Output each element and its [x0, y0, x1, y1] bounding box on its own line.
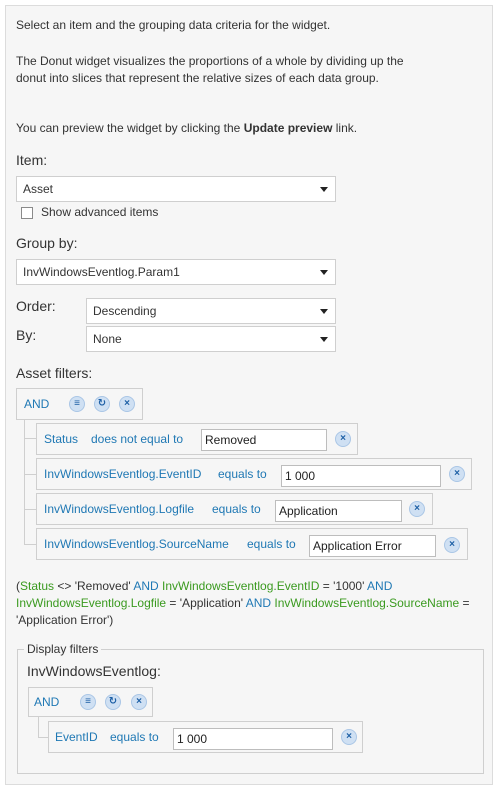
by-select[interactable]: None: [86, 326, 336, 352]
refresh-add-icon[interactable]: ↻: [94, 396, 110, 412]
asset-filter-operator[interactable]: AND: [24, 397, 49, 411]
filter-field[interactable]: EventID: [55, 730, 98, 744]
expr-text: 'Application Error'): [16, 613, 114, 627]
refresh-add-icon[interactable]: ↻: [105, 694, 121, 710]
tree-line: [38, 737, 48, 738]
filter-field[interactable]: InvWindowsEventlog.Logfile: [44, 502, 194, 516]
filter-field[interactable]: Status: [44, 432, 78, 446]
asset-filter-group: AND ≡ ↻ ×: [16, 388, 143, 420]
intro-line3: You can preview the widget by clicking t…: [16, 120, 436, 137]
filter-row: InvWindowsEventlog.EventID equals to 1 0…: [36, 458, 472, 490]
expr-text: = '1000': [319, 579, 368, 593]
chevron-down-icon: [320, 309, 328, 314]
close-icon[interactable]: ×: [341, 729, 357, 745]
close-icon[interactable]: ×: [335, 431, 351, 447]
expr-text: = 'Application': [166, 596, 246, 610]
show-advanced-label: Show advanced items: [41, 205, 159, 219]
display-filter-group: AND ≡ ↻ ×: [28, 687, 153, 717]
display-filters-table: InvWindowsEventlog:: [27, 663, 161, 679]
chevron-down-icon: [320, 337, 328, 342]
close-icon[interactable]: ×: [409, 501, 425, 517]
filter-value-input[interactable]: 1 000: [281, 465, 441, 487]
tree-line: [24, 438, 36, 439]
close-icon[interactable]: ×: [449, 466, 465, 482]
filter-field[interactable]: InvWindowsEventlog.SourceName: [44, 537, 229, 551]
expr-field: Status: [20, 579, 55, 593]
filter-field[interactable]: InvWindowsEventlog.EventID: [44, 467, 201, 481]
filter-condition[interactable]: equals to: [212, 502, 261, 516]
asset-filters-label: Asset filters:: [16, 365, 93, 381]
intro-line1: Select an item and the grouping data cri…: [16, 18, 331, 32]
list-add-icon[interactable]: ≡: [80, 694, 96, 710]
list-add-icon[interactable]: ≡: [69, 396, 85, 412]
filter-value-input[interactable]: Removed: [201, 429, 327, 451]
chevron-down-icon: [320, 187, 328, 192]
expr-operator: AND: [245, 596, 272, 610]
by-label: By:: [16, 327, 37, 343]
expr-operator: AND: [133, 579, 159, 593]
filter-condition[interactable]: equals to: [110, 730, 159, 744]
item-select[interactable]: Asset: [16, 176, 336, 202]
group-by-select-value: InvWindowsEventlog.Param1: [23, 265, 180, 279]
item-select-value: Asset: [23, 182, 54, 196]
filter-value-input[interactable]: Application Error: [309, 535, 436, 557]
intro-line3-prefix: You can preview the widget by clicking t…: [16, 121, 244, 135]
tree-line: [38, 717, 39, 738]
display-filter-row: EventID equals to 1 000 ×: [48, 721, 363, 753]
group-by-select[interactable]: InvWindowsEventlog.Param1: [16, 259, 336, 285]
tree-line: [24, 509, 36, 510]
filter-condition[interactable]: equals to: [247, 537, 296, 551]
expr-text: <> 'Removed': [54, 579, 134, 593]
tree-line: [24, 544, 36, 545]
show-advanced-checkbox[interactable]: [21, 207, 33, 219]
intro-line2: The Donut widget visualizes the proporti…: [16, 54, 404, 85]
display-filters-legend: Display filters: [27, 642, 99, 656]
filter-row: Status does not equal to Removed ×: [36, 423, 358, 455]
filter-condition[interactable]: equals to: [218, 467, 267, 481]
tree-line: [24, 474, 36, 475]
item-label: Item:: [16, 152, 48, 168]
update-preview-emphasis: Update preview: [243, 121, 333, 135]
filter-value-input[interactable]: 1 000: [173, 728, 333, 750]
filter-value-input[interactable]: Application: [275, 500, 402, 522]
order-label: Order:: [16, 298, 56, 314]
close-icon[interactable]: ×: [131, 694, 147, 710]
group-by-label: Group by:: [16, 235, 78, 251]
close-icon[interactable]: ×: [119, 396, 135, 412]
expr-text: =: [459, 596, 470, 610]
filter-expression: (Status <> 'Removed' AND InvWindowsEvent…: [16, 578, 486, 629]
expr-field: InvWindowsEventlog.SourceName: [271, 596, 460, 610]
chevron-down-icon: [320, 270, 328, 275]
filter-condition[interactable]: does not equal to: [91, 432, 183, 446]
expr-field: InvWindowsEventlog.EventID: [158, 579, 320, 593]
expr-field: InvWindowsEventlog.Logfile: [16, 596, 167, 610]
intro-line3-suffix: link.: [332, 121, 358, 135]
order-select-value: Descending: [93, 304, 157, 318]
display-filter-operator[interactable]: AND: [34, 695, 59, 709]
close-icon[interactable]: ×: [444, 537, 460, 553]
filter-row: InvWindowsEventlog.SourceName equals to …: [36, 528, 468, 560]
filter-row: InvWindowsEventlog.Logfile equals to App…: [36, 493, 433, 525]
order-select[interactable]: Descending: [86, 298, 336, 324]
by-select-value: None: [93, 332, 122, 346]
expr-operator: AND: [367, 579, 393, 593]
